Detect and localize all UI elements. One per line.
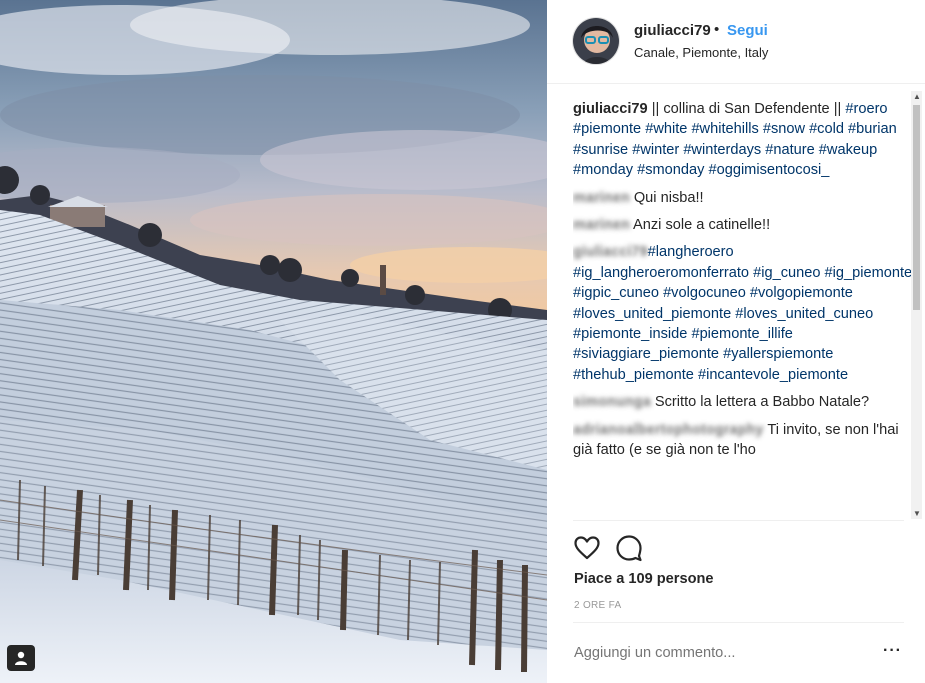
divider [573,520,904,521]
scrollbar-thumb[interactable] [913,105,920,310]
list-item: giuliacci79#langheroero #ig_langheroerom… [573,242,913,385]
caption-author[interactable]: giuliacci79 [573,101,648,117]
post-photo[interactable] [0,0,547,683]
caption-text: || collina di San Defendente || [647,101,846,117]
scroll-up-arrow-icon[interactable]: ▲ [913,92,921,101]
separator-dot: • [714,21,720,38]
comment-hashtags[interactable]: #langheroero #ig_langheroeromonferrato #… [573,244,912,382]
comments-scrollbar[interactable]: ▲ ▼ [911,91,922,519]
comment-text: Qui nisba!! [629,189,704,206]
comment-author[interactable]: adrianoalbertophotography [573,422,764,438]
comment-author[interactable]: simonunga [573,394,651,410]
more-options-button[interactable]: ··· [883,642,902,660]
post-timestamp[interactable]: 2 ORE FA [574,600,621,611]
person-icon [15,651,27,665]
comment-author[interactable]: marinen [573,217,630,233]
comment-text: Scritto la lettera a Babbo Natale? [650,394,870,411]
post-sidebar: giuliacci79 • Segui Canale, Piemonte, It… [547,0,925,683]
comment-icon [616,535,642,562]
comment-button[interactable] [615,534,643,562]
post-header: giuliacci79 • Segui Canale, Piemonte, It… [547,0,925,84]
like-button[interactable] [573,534,601,562]
list-item: simonunga Scritto la lettera a Babbo Nat… [573,392,913,412]
follow-button[interactable]: Segui [727,22,768,39]
post-location[interactable]: Canale, Piemonte, Italy [634,45,768,60]
list-item: marinen Qui nisba!! [573,188,913,208]
comment-author[interactable]: giuliacci79 [573,244,648,260]
post-username[interactable]: giuliacci79 [634,22,711,39]
scroll-down-arrow-icon[interactable]: ▼ [913,509,921,518]
post-actions [573,534,643,562]
comments-list[interactable]: giuliacci79 || collina di San Defendente… [573,99,913,519]
avatar[interactable] [572,17,620,65]
list-item: adrianoalbertophotography Ti invito, se … [573,420,913,461]
profile-picture [573,18,619,64]
vineyard-snow-photo [0,0,547,683]
divider [573,622,904,623]
caption: giuliacci79 || collina di San Defendente… [573,99,913,181]
list-item: marinen Anzi sole a catinelle!! [573,215,913,235]
comment-author[interactable]: marinen [573,190,630,206]
likes-count[interactable]: Piace a 109 persone [574,571,714,587]
user-tag-button[interactable] [7,645,35,671]
comment-text: Anzi sole a catinelle!! [629,217,771,234]
add-comment-input[interactable] [574,645,864,661]
heart-icon [574,536,600,560]
